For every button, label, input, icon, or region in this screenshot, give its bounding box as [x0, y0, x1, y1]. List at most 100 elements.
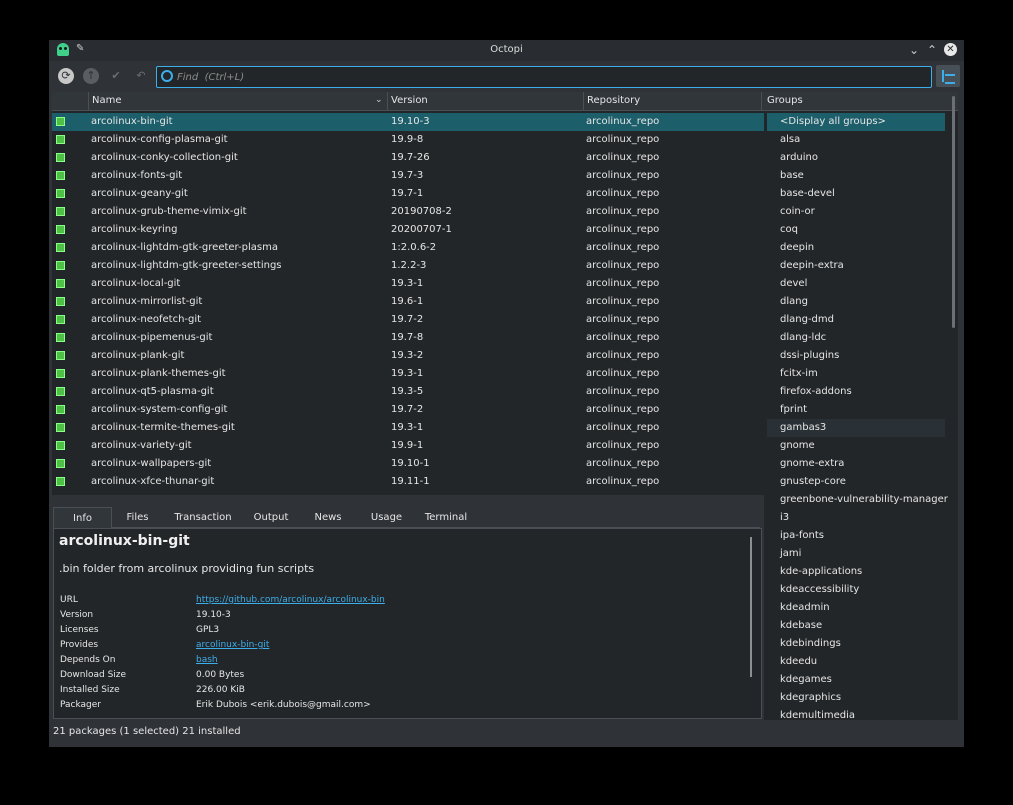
- table-row[interactable]: arcolinux-geany-git 19.7-1 arcolinux_repo: [52, 185, 765, 203]
- table-row[interactable]: arcolinux-fonts-git 19.7-3 arcolinux_repo: [52, 167, 765, 185]
- table-row[interactable]: arcolinux-lightdm-gtk-greeter-settings 1.…: [52, 257, 765, 275]
- group-item[interactable]: alsa: [767, 131, 945, 149]
- group-label: kdemultimedia: [780, 710, 855, 721]
- table-row[interactable]: arcolinux-local-git 19.3-1 arcolinux_repo: [52, 275, 765, 293]
- group-item[interactable]: coin-or: [767, 203, 945, 221]
- maximize-button[interactable]: ⌃: [925, 42, 939, 58]
- table-row[interactable]: arcolinux-wallpapers-git 19.10-1 arcolinux…: [52, 455, 765, 473]
- commit-check-icon[interactable]: ✔: [108, 68, 124, 84]
- table-row[interactable]: arcolinux-xfce-thunar-git 19.11-1 arcolinu…: [52, 473, 765, 491]
- group-item[interactable]: gnome-extra: [767, 455, 945, 473]
- group-item[interactable]: greenbone-vulnerability-manager: [767, 491, 948, 509]
- table-row[interactable]: arcolinux-system-config-git 19.7-2 arcolin…: [52, 401, 765, 419]
- tab-news[interactable]: News: [301, 507, 355, 528]
- package-version-cell: 19.7-3: [391, 170, 424, 181]
- table-row[interactable]: arcolinux-pipemenus-git 19.7-8 arcolinux_r…: [52, 329, 765, 347]
- package-repo-cell: arcolinux_repo: [586, 152, 660, 163]
- table-row[interactable]: arcolinux-qt5-plasma-git 19.3-5 arcolinux_…: [52, 383, 765, 401]
- octopi-window: ✎ Octopi ⌄ ⌃ ✕ ⟳ ↑ ✔ ↶ Name ⌄ Version Re…: [49, 40, 964, 747]
- column-name[interactable]: Name: [92, 95, 122, 106]
- search-input[interactable]: [177, 70, 917, 84]
- group-item[interactable]: base: [767, 167, 945, 185]
- tab-info[interactable]: Info: [53, 507, 112, 529]
- group-item[interactable]: devel: [767, 275, 945, 293]
- group-item[interactable]: fprint: [767, 401, 945, 419]
- title-bar[interactable]: ✎ Octopi ⌄ ⌃ ✕: [49, 40, 964, 61]
- table-row[interactable]: arcolinux-lightdm-gtk-greeter-plasma 1:2.…: [52, 239, 765, 257]
- group-item[interactable]: kde-applications: [767, 563, 945, 581]
- group-item[interactable]: dssi-plugins: [767, 347, 945, 365]
- group-item[interactable]: kdebase: [767, 617, 945, 635]
- info-scrollbar[interactable]: [750, 537, 752, 677]
- group-item[interactable]: ipa-fonts: [767, 527, 945, 545]
- group-item[interactable]: base-devel: [767, 185, 945, 203]
- package-version-cell: 20190708-2: [391, 206, 452, 217]
- property-link[interactable]: bash: [196, 655, 218, 665]
- package-name-cell: arcolinux-pipemenus-git: [91, 332, 213, 343]
- group-label: gambas3: [780, 422, 827, 433]
- group-item[interactable]: kdebindings: [767, 635, 945, 653]
- table-row[interactable]: arcolinux-keyring 20200707-1 arcolinux_rep…: [52, 221, 765, 239]
- table-row[interactable]: arcolinux-neofetch-git 19.7-2 arcolinux_re…: [52, 311, 765, 329]
- table-row[interactable]: arcolinux-mirrorlist-git 19.6-1 arcolinux_…: [52, 293, 765, 311]
- system-upgrade-icon[interactable]: ↑: [83, 68, 99, 84]
- group-label: jami: [780, 548, 802, 559]
- group-item[interactable]: gnome: [767, 437, 945, 455]
- group-item[interactable]: <Display all groups>: [767, 113, 945, 131]
- table-row[interactable]: arcolinux-grub-theme-vimix-git 20190708-2…: [52, 203, 765, 221]
- table-row[interactable]: arcolinux-variety-git 19.9-1 arcolinux_rep…: [52, 437, 765, 455]
- package-repo-cell: arcolinux_repo: [586, 368, 660, 379]
- table-row[interactable]: arcolinux-conky-collection-git 19.7-26 arc…: [52, 149, 765, 167]
- search-box[interactable]: [156, 66, 932, 88]
- table-row[interactable]: arcolinux-termite-themes-git 19.3-1 arcoli…: [52, 419, 765, 437]
- group-item[interactable]: deepin: [767, 239, 945, 257]
- sync-database-icon[interactable]: ⟳: [58, 68, 74, 84]
- group-item[interactable]: kdegames: [767, 671, 945, 689]
- group-item[interactable]: dlang: [767, 293, 945, 311]
- tab-transaction[interactable]: Transaction: [165, 507, 241, 528]
- tab-output[interactable]: Output: [241, 507, 301, 528]
- group-item[interactable]: coq: [767, 221, 945, 239]
- table-row[interactable]: arcolinux-plank-git 19.3-2 arcolinux_repo: [52, 347, 765, 365]
- group-item[interactable]: fcitx-im: [767, 365, 945, 383]
- group-item[interactable]: dlang-dmd: [767, 311, 945, 329]
- group-item[interactable]: kdegraphics: [767, 689, 945, 707]
- group-item[interactable]: kdeadmin: [767, 599, 945, 617]
- group-item[interactable]: kdeedu: [767, 653, 945, 671]
- rollback-icon[interactable]: ↶: [133, 68, 149, 84]
- groups-list[interactable]: Groups <Display all groups> alsa arduino ba…: [764, 92, 958, 721]
- column-version[interactable]: Version: [391, 95, 428, 106]
- group-item[interactable]: arduino: [767, 149, 945, 167]
- tab-terminal[interactable]: Terminal: [418, 507, 474, 528]
- groups-scrollbar[interactable]: [952, 96, 955, 328]
- group-item[interactable]: gnustep-core: [767, 473, 945, 491]
- group-label: alsa: [780, 134, 801, 145]
- column-repository[interactable]: Repository: [587, 95, 640, 106]
- group-item[interactable]: firefox-addons: [767, 383, 945, 401]
- package-version-cell: 19.3-2: [391, 350, 424, 361]
- group-label: kdebase: [780, 620, 823, 631]
- property-link[interactable]: https://github.com/arcolinux/arcolinux-b…: [196, 595, 385, 605]
- group-item[interactable]: deepin-extra: [767, 257, 945, 275]
- table-row[interactable]: arcolinux-bin-git 19.10-3 arcolinux_repo: [52, 113, 765, 131]
- tab-usage[interactable]: Usage: [355, 507, 418, 528]
- table-row[interactable]: arcolinux-config-plasma-git 19.9-8 arcolin…: [52, 131, 765, 149]
- group-item[interactable]: dlang-ldc: [767, 329, 945, 347]
- group-item[interactable]: kdeaccessibility: [767, 581, 945, 599]
- close-button[interactable]: ✕: [944, 43, 957, 56]
- package-version-cell: 19.7-8: [391, 332, 424, 343]
- package-repo-cell: arcolinux_repo: [586, 134, 660, 145]
- groups-view-toggle-icon[interactable]: [936, 65, 960, 87]
- package-list[interactable]: Name ⌄ Version Repository arcolinux-bin-…: [52, 92, 765, 495]
- group-item[interactable]: gambas3: [767, 419, 945, 437]
- table-row[interactable]: arcolinux-plank-themes-git 19.3-1 arcolinu…: [52, 365, 765, 383]
- group-item[interactable]: kdemultimedia: [767, 707, 945, 725]
- property-link[interactable]: arcolinux-bin-git: [196, 640, 269, 650]
- minimize-button[interactable]: ⌄: [907, 42, 921, 58]
- tab-files[interactable]: Files: [110, 507, 165, 528]
- group-item[interactable]: i3: [767, 509, 945, 527]
- column-groups[interactable]: Groups: [767, 95, 803, 106]
- package-repo-cell: arcolinux_repo: [586, 422, 660, 433]
- group-item[interactable]: jami: [767, 545, 945, 563]
- group-label: dlang-ldc: [780, 332, 827, 343]
